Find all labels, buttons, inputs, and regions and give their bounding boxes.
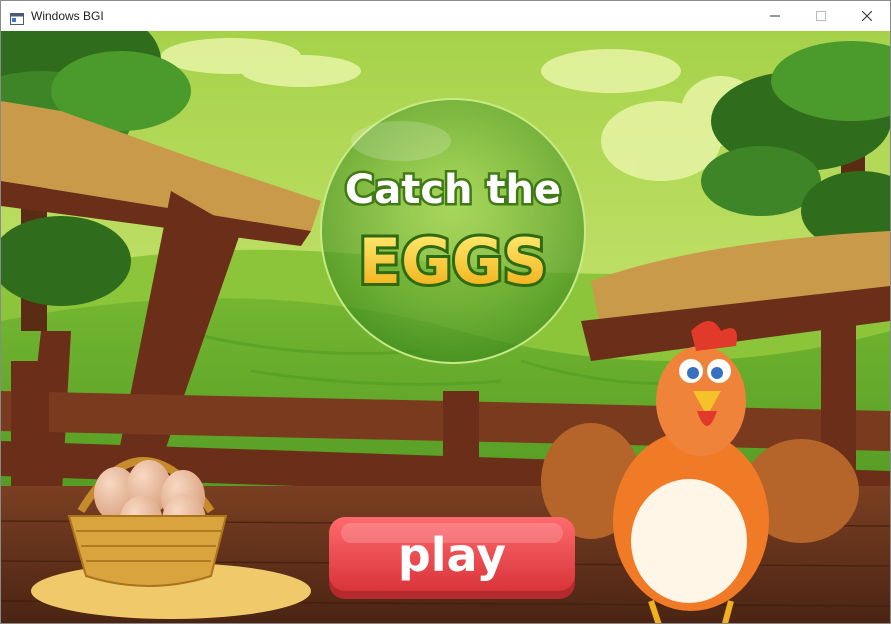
play-button[interactable]: play — [329, 517, 575, 599]
minimize-icon — [770, 15, 780, 17]
play-button-label: play — [398, 528, 506, 582]
title-bar: Windows BGI — [1, 1, 890, 31]
maximize-button[interactable] — [798, 1, 844, 31]
game-window: Windows BGI Catch the EGGS play — [0, 0, 891, 624]
app-icon — [10, 10, 24, 25]
close-icon — [862, 11, 872, 21]
close-button[interactable] — [844, 1, 890, 31]
title-line2: EGGS — [359, 225, 548, 298]
game-canvas[interactable]: Catch the EGGS play — [1, 31, 890, 623]
title-line1: Catch the — [345, 167, 561, 213]
window-title: Windows BGI — [31, 9, 104, 23]
minimize-button[interactable] — [752, 1, 798, 31]
maximize-icon — [816, 11, 826, 21]
